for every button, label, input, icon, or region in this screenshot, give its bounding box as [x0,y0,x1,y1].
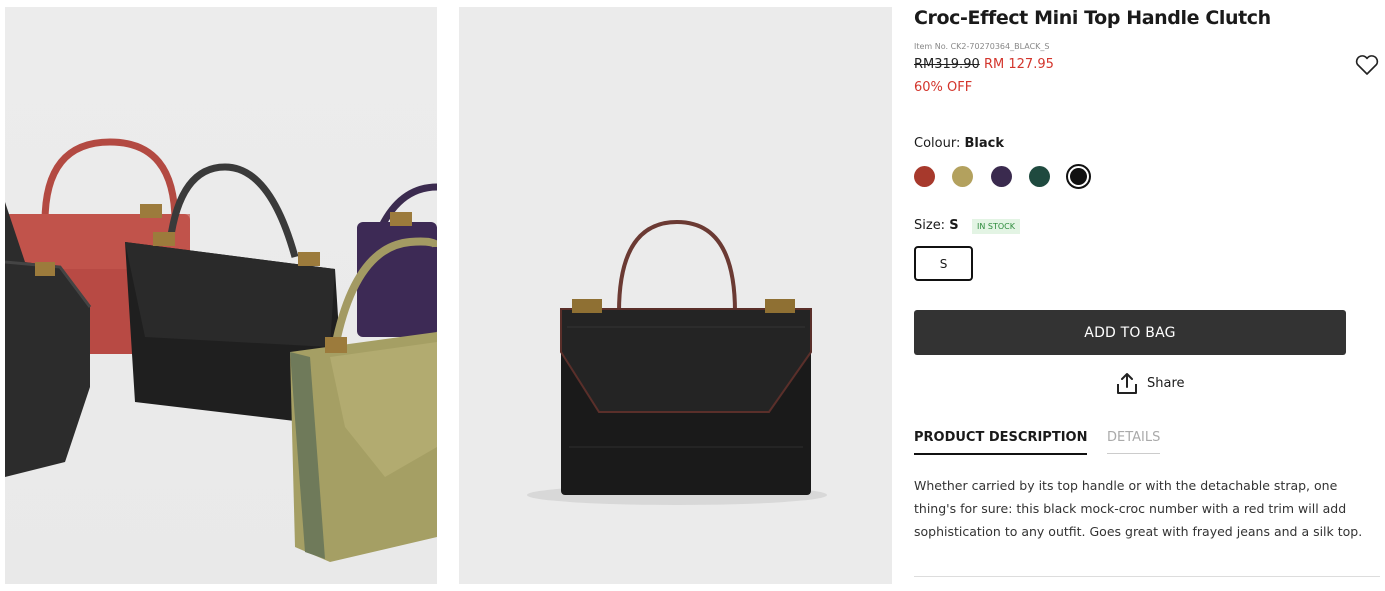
share-upload-icon [1117,373,1137,394]
item-number: Item No. CK2-70270364_BLACK_S [914,42,1050,51]
heart-icon [1355,55,1379,75]
colour-selection-label: Colour: Black [914,136,1004,151]
size-selection-label: Size: S [914,218,959,233]
product-image-main[interactable] [459,7,892,584]
product-tabs: PRODUCT DESCRIPTION DETAILS [914,430,1380,460]
swatch-black[interactable] [1066,164,1091,189]
selected-size: S [949,218,959,233]
colour-swatches [914,164,1114,190]
discount-label: 60% OFF [914,80,973,95]
sale-price: RM 127.95 [984,57,1054,72]
swatch-green[interactable] [1029,166,1050,187]
share-label: Share [1147,375,1185,391]
share-button[interactable]: Share [1116,370,1185,396]
lifestyle-bags-illustration [5,138,437,562]
tab-details[interactable]: DETAILS [1107,430,1161,454]
product-image-lifestyle[interactable] [5,7,437,584]
swatch-red[interactable] [914,166,935,187]
black-clutch-illustration [527,219,827,505]
swatch-khaki[interactable] [952,166,973,187]
original-price: RM319.90 [914,57,980,72]
tab-product-description[interactable]: PRODUCT DESCRIPTION [914,430,1088,455]
product-title: Croc-Effect Mini Top Handle Clutch [914,7,1271,29]
wishlist-button[interactable] [1353,51,1381,79]
product-description-text: Whether carried by its top handle or wit… [914,478,1363,539]
colour-label: Colour: [914,136,961,151]
selected-colour: Black [964,136,1004,151]
swatch-purple[interactable] [991,166,1012,187]
add-to-bag-button[interactable]: ADD TO BAG [914,310,1346,355]
size-label: Size: [914,218,946,233]
section-divider [914,576,1380,577]
size-option-s[interactable]: S [914,246,973,281]
stock-status-badge: IN STOCK [972,219,1020,234]
